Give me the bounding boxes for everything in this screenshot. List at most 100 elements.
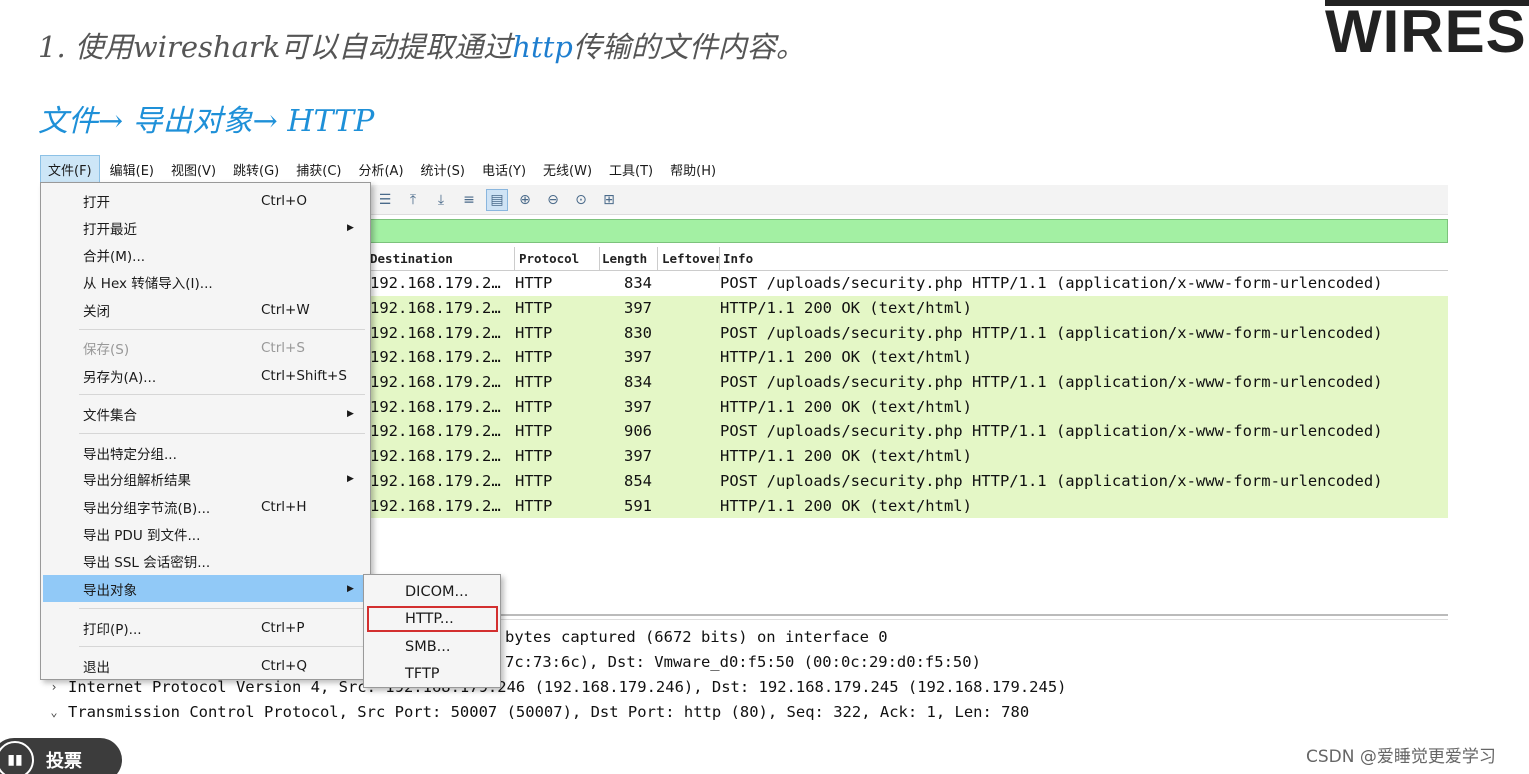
- submenu-arrow-icon: ▶: [347, 474, 354, 484]
- menu-capture[interactable]: 捕获(C): [289, 156, 348, 183]
- cell-protocol: HTTP: [515, 447, 553, 466]
- slide-heading: 1. 使用wireshark可以自动提取通过http传输的文件内容。: [38, 24, 805, 66]
- col-leftover[interactable]: Leftover: [658, 247, 720, 270]
- cell-length: 834: [624, 274, 652, 293]
- submenu-arrow-icon: ▶: [347, 583, 354, 594]
- go-to-packet-icon[interactable]: ☰: [374, 189, 396, 211]
- menu-help[interactable]: 帮助(H): [663, 156, 723, 183]
- cell-destination: 192.168.179.2…: [370, 496, 501, 515]
- menu-wireless[interactable]: 无线(W): [536, 156, 599, 183]
- menu-item-quit[interactable]: 退出 Ctrl+Q: [43, 653, 369, 679]
- col-destination[interactable]: Destination: [370, 247, 515, 270]
- menu-file[interactable]: 文件(F): [40, 154, 100, 184]
- table-row[interactable]: 192.168.179.2… HTTP 854 POST /uploads/secur…: [370, 468, 1448, 494]
- col-length[interactable]: Length: [600, 247, 658, 270]
- menu-item-open[interactable]: 打开 Ctrl+O: [43, 188, 369, 214]
- menu-item-export-objects[interactable]: 导出对象 ▶: [43, 575, 369, 602]
- cell-info: POST /uploads/security.php HTTP/1.1 (app…: [720, 471, 1383, 490]
- cell-length: 854: [624, 471, 652, 490]
- first-packet-icon[interactable]: ⤒: [402, 189, 424, 211]
- cell-length: 397: [624, 447, 652, 466]
- vote-label: 投票: [46, 751, 82, 772]
- resize-columns-icon[interactable]: ⊞: [598, 189, 620, 211]
- cell-protocol: HTTP: [515, 422, 553, 441]
- heading-prefix: 1. 使用wireshark可以自动提取通过: [38, 30, 513, 64]
- menu-item-export-specified[interactable]: 导出特定分组...: [43, 440, 369, 466]
- submenu-item-smb[interactable]: SMB...: [367, 634, 498, 660]
- menu-item-file-set[interactable]: 文件集合 ▶: [43, 401, 369, 427]
- cell-protocol: HTTP: [515, 471, 553, 490]
- cell-length: 834: [624, 373, 652, 392]
- submenu-arrow-icon: ▶: [347, 223, 354, 233]
- table-row[interactable]: 192.168.179.2… HTTP 834 POST /uploads/secur…: [370, 271, 1448, 296]
- menu-item-export-pdu[interactable]: 导出 PDU 到文件...: [43, 521, 369, 547]
- cell-protocol: HTTP: [515, 274, 553, 293]
- pane-divider[interactable]: [370, 614, 1448, 620]
- cell-info: HTTP/1.1 200 OK (text/html): [720, 299, 972, 318]
- packet-list-header: Destination Protocol Length Leftover Inf…: [370, 247, 1448, 271]
- table-row[interactable]: 192.168.179.2… HTTP 834 POST /uploads/secur…: [370, 369, 1448, 395]
- menu-separator: [79, 329, 365, 330]
- cell-length: 397: [624, 397, 652, 416]
- display-filter-input[interactable]: [370, 219, 1448, 243]
- menu-path-caption: 文件→ 导出对象→ HTTP: [38, 104, 375, 139]
- cell-length: 906: [624, 422, 652, 441]
- export-objects-submenu: DICOM... HTTP... SMB... TFTP: [363, 574, 501, 688]
- cell-info: HTTP/1.1 200 OK (text/html): [720, 397, 972, 416]
- zoom-out-icon[interactable]: ⊖: [542, 189, 564, 211]
- menu-item-export-bytes[interactable]: 导出分组字节流(B)... Ctrl+H: [43, 494, 369, 520]
- menu-item-export-ssl-keys[interactable]: 导出 SSL 会话密钥...: [43, 548, 369, 574]
- menu-item-save[interactable]: 保存(S) Ctrl+S: [43, 335, 369, 361]
- table-row[interactable]: 192.168.179.2… HTTP 830 POST /uploads/secur…: [370, 320, 1448, 346]
- menu-tools[interactable]: 工具(T): [602, 156, 660, 183]
- table-row[interactable]: 192.168.179.2… HTTP 397 HTTP/1.1 200 OK (te…: [370, 394, 1448, 420]
- submenu-item-tftp[interactable]: TFTP: [367, 661, 498, 687]
- cell-info: HTTP/1.1 200 OK (text/html): [720, 348, 972, 367]
- menu-telephony[interactable]: 电话(Y): [475, 156, 533, 183]
- menu-view[interactable]: 视图(V): [164, 156, 223, 183]
- menu-separator: [79, 433, 365, 434]
- cell-protocol: HTTP: [515, 373, 553, 392]
- cell-info: POST /uploads/security.php HTTP/1.1 (app…: [720, 274, 1383, 293]
- cell-protocol: HTTP: [515, 323, 553, 342]
- expand-arrow-icon[interactable]: ›: [40, 680, 68, 694]
- menu-edit[interactable]: 编辑(E): [103, 156, 161, 183]
- menu-item-import-hex[interactable]: 从 Hex 转储导入(I)...: [43, 269, 369, 295]
- main-toolbar: ☰ ⤒ ⤓ ≡ ▤ ⊕ ⊖ ⊙ ⊞: [370, 185, 1448, 215]
- menu-item-merge[interactable]: 合并(M)...: [43, 242, 369, 268]
- menu-go[interactable]: 跳转(G): [226, 156, 286, 183]
- submenu-item-dicom[interactable]: DICOM...: [367, 579, 498, 605]
- autoscroll-icon[interactable]: ≡: [458, 189, 480, 211]
- zoom-normal-icon[interactable]: ⊙: [570, 189, 592, 211]
- menu-item-close[interactable]: 关闭 Ctrl+W: [43, 297, 369, 323]
- table-row[interactable]: 192.168.179.2… HTTP 397 HTTP/1.1 200 OK (te…: [370, 295, 1448, 321]
- last-packet-icon[interactable]: ⤓: [430, 189, 452, 211]
- submenu-item-http[interactable]: HTTP...: [367, 606, 498, 632]
- col-protocol[interactable]: Protocol: [515, 247, 600, 270]
- cell-destination: 192.168.179.2…: [370, 471, 501, 490]
- menu-item-save-as[interactable]: 另存为(A)... Ctrl+Shift+S: [43, 363, 369, 389]
- menu-analyze[interactable]: 分析(A): [351, 156, 410, 183]
- zoom-in-icon[interactable]: ⊕: [514, 189, 536, 211]
- colorize-icon[interactable]: ▤: [486, 188, 508, 211]
- menu-item-open-recent[interactable]: 打开最近 ▶: [43, 215, 369, 241]
- vote-button[interactable]: ▮▮ 投票: [0, 738, 122, 774]
- table-row[interactable]: 192.168.179.2… HTTP 591 HTTP/1.1 200 OK (te…: [370, 493, 1448, 518]
- collapse-arrow-icon[interactable]: ⌄: [40, 705, 68, 719]
- file-menu-dropdown: 打开 Ctrl+O 打开最近 ▶ 合并(M)... 从 Hex 转储导入(I)...…: [40, 182, 371, 680]
- menu-item-export-dissections[interactable]: 导出分组解析结果 ▶: [43, 466, 369, 492]
- table-row[interactable]: 192.168.179.2… HTTP 397 HTTP/1.1 200 OK (te…: [370, 443, 1448, 469]
- bar-chart-icon: ▮▮: [0, 741, 34, 774]
- cell-protocol: HTTP: [515, 397, 553, 416]
- table-row[interactable]: 192.168.179.2… HTTP 397 HTTP/1.1 200 OK (te…: [370, 345, 1448, 370]
- menu-statistics[interactable]: 统计(S): [414, 156, 472, 183]
- menu-item-print[interactable]: 打印(P)... Ctrl+P: [43, 615, 369, 641]
- heading-suffix: 传输的文件内容。: [572, 30, 805, 64]
- cell-info: POST /uploads/security.php HTTP/1.1 (app…: [720, 373, 1383, 392]
- cell-length: 397: [624, 348, 652, 367]
- col-info[interactable]: Info: [720, 247, 1448, 270]
- cell-info: POST /uploads/security.php HTTP/1.1 (app…: [720, 323, 1383, 342]
- cell-protocol: HTTP: [515, 496, 553, 515]
- table-row[interactable]: 192.168.179.2… HTTP 906 POST /uploads/secur…: [370, 419, 1448, 444]
- detail-row[interactable]: ⌄ Transmission Control Protocol, Src Port…: [40, 699, 1448, 724]
